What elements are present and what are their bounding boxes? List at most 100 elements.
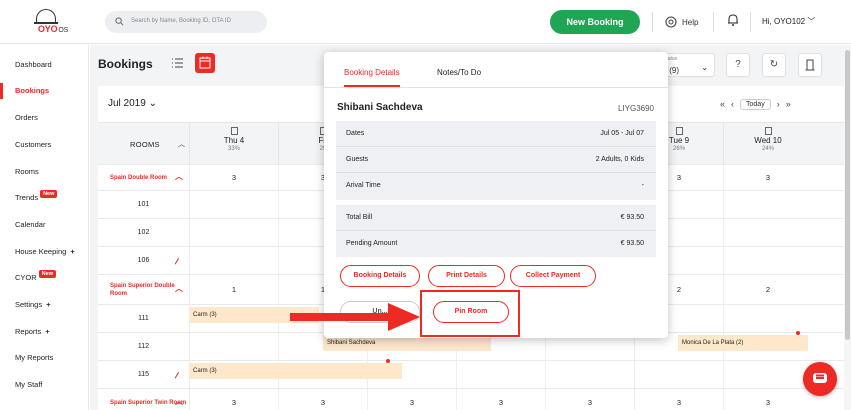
chat-button[interactable] (803, 362, 837, 396)
availability-cell[interactable] (723, 361, 812, 388)
availability-cell[interactable] (723, 191, 812, 218)
sidebar-item-orders[interactable]: Orders (0, 108, 89, 128)
sidebar-item-customers[interactable]: Customers (0, 135, 89, 155)
expand-plus-icon: + (70, 247, 75, 256)
prev-week-icon[interactable]: « (720, 99, 725, 109)
sidebar-item-settings[interactable]: Settings + (0, 295, 89, 315)
door-icon (805, 59, 815, 71)
sidebar-item-my-reports[interactable]: My Reports (0, 348, 89, 368)
dates-value: Jul 05 - Jul 07 (600, 130, 644, 137)
payment-info: Total Bill € 93.50 Pending Amount € 93.50 (336, 205, 656, 257)
sidebar-item-calendar[interactable]: Calendar (0, 215, 89, 235)
availability-cell[interactable]: 2 (723, 275, 812, 304)
sidebar-item-bookings[interactable]: Bookings (0, 81, 89, 101)
availability-cell[interactable]: 3 (723, 389, 812, 410)
expand-plus-icon: + (45, 327, 50, 336)
chevron-down-icon: ⌄ (148, 98, 157, 109)
availability-cell[interactable]: 3 (189, 389, 278, 410)
availability-cell[interactable]: 3 (456, 389, 545, 410)
availability-cell[interactable]: 3 (545, 389, 634, 410)
door-exit-button[interactable] (798, 53, 822, 77)
search-icon (115, 17, 124, 26)
sidebar-item-house-keeping[interactable]: House Keeping + (0, 242, 89, 262)
room-type-label: Spain Double Room ︿ (110, 171, 183, 181)
room-number-label: 106 (98, 247, 189, 274)
availability-cell[interactable] (456, 361, 545, 388)
top-bar: OYOOS Search by Name, Booking ID, OTA ID… (0, 0, 851, 44)
broom-icon[interactable] (174, 257, 184, 267)
collect-payment-button[interactable]: Collect Payment (510, 265, 596, 287)
availability-cell[interactable]: 3 (723, 165, 812, 190)
logo-sub: OS (58, 27, 69, 34)
availability-cell[interactable]: 3 (189, 165, 278, 190)
new-booking-button[interactable]: New Booking (550, 10, 640, 34)
sidebar-item-cyor[interactable]: CYOR New (0, 268, 89, 288)
notification-bell-icon[interactable] (727, 13, 739, 27)
collapse-chevron-icon[interactable]: ︿ (175, 172, 183, 181)
booking-details-button[interactable]: Booking Details (340, 265, 420, 287)
availability-cell[interactable] (723, 219, 812, 246)
search-placeholder: Search by Name, Booking ID, OTA ID (131, 18, 231, 24)
help-button[interactable]: Help (665, 14, 698, 30)
tab-notes-todo[interactable]: Notes/To Do (437, 68, 481, 77)
total-bill-value: € 93.50 (620, 214, 644, 221)
stay-info: Dates Jul 05 - Jul 07 Guests 2 Adults, 0 K… (336, 121, 656, 200)
availability-cell[interactable] (189, 247, 278, 274)
pending-amount-value: € 93.50 (620, 240, 644, 247)
booking-bar[interactable]: Monica De La Plata (2) (678, 335, 808, 351)
availability-cell[interactable] (545, 361, 634, 388)
print-details-button[interactable]: Print Details (428, 265, 505, 287)
prev-day-icon[interactable]: ‹ (731, 99, 734, 109)
booking-status-dot (796, 331, 800, 335)
availability-cell[interactable] (723, 305, 812, 332)
room-row: Spain Superior Twin Room ︿ 3 3 3 3 3 3 3 (98, 388, 844, 410)
booking-bar[interactable]: Carm (3) (189, 363, 402, 379)
room-number-label: 102 (137, 229, 150, 236)
logo-text: OYO (38, 24, 58, 34)
broom-icon[interactable] (174, 371, 184, 381)
availability-cell[interactable]: 3 (367, 389, 456, 410)
availability-cell[interactable] (189, 191, 278, 218)
refresh-button[interactable]: ↻ (762, 53, 786, 77)
availability-cell[interactable] (189, 219, 278, 246)
availability-cell[interactable]: 3 (634, 389, 723, 410)
room-number-label: 111 (138, 315, 149, 322)
calendar-day-icon (230, 127, 238, 135)
oyo-logo[interactable]: OYOOS (34, 9, 80, 35)
chevron-down-icon: ﹀ (807, 17, 816, 26)
user-menu[interactable]: Hi, OYO102 ﹀ (762, 16, 815, 27)
chevron-down-icon: ⌄ (701, 63, 708, 72)
collapse-chevron-icon[interactable]: ︿ (175, 284, 183, 293)
sidebar-item-trends[interactable]: Trends New (0, 188, 89, 208)
vertical-scrollbar[interactable] (844, 45, 851, 410)
guest-name: Shibani Sachdeva (337, 102, 423, 113)
pointer-arrow (290, 313, 390, 321)
room-number-label: 115 (98, 361, 189, 388)
next-day-icon[interactable]: › (777, 99, 780, 109)
sidebar-item-rooms[interactable]: Rooms (0, 162, 89, 182)
search-input[interactable]: Search by Name, Booking ID, OTA ID (105, 11, 267, 33)
room-type-label: Spain Superior Twin Room ︿ (110, 396, 187, 406)
availability-cell[interactable]: 1 (189, 275, 278, 304)
calendar-view-button[interactable] (195, 53, 215, 73)
chevron-up-icon[interactable]: ︿ (178, 139, 185, 149)
tab-booking-details[interactable]: Booking Details (344, 68, 400, 87)
availability-cell[interactable]: 3 (278, 389, 367, 410)
expand-plus-icon: + (46, 300, 51, 309)
day-header: Thu 4 33% (189, 123, 278, 165)
month-label: Jul 2019 (108, 98, 146, 109)
availability-cell[interactable] (723, 247, 812, 274)
today-button[interactable]: Today (740, 98, 771, 110)
sidebar-item-dashboard[interactable]: Dashboard (0, 55, 89, 75)
sidebar-item-my-staff[interactable]: My Staff (0, 375, 89, 395)
month-selector[interactable]: Jul 2019 ⌄ (108, 98, 157, 109)
collapse-chevron-icon[interactable]: ︿ (175, 397, 183, 406)
list-view-button[interactable] (168, 53, 188, 73)
help-question-button[interactable]: ? (726, 53, 750, 77)
next-week-icon[interactable]: » (786, 99, 791, 109)
availability-cell[interactable] (634, 361, 723, 388)
sidebar-item-reports[interactable]: Reports + (0, 322, 89, 342)
calendar-icon (199, 56, 211, 69)
availability-cell[interactable] (189, 333, 278, 360)
page-title: Bookings (98, 57, 153, 71)
